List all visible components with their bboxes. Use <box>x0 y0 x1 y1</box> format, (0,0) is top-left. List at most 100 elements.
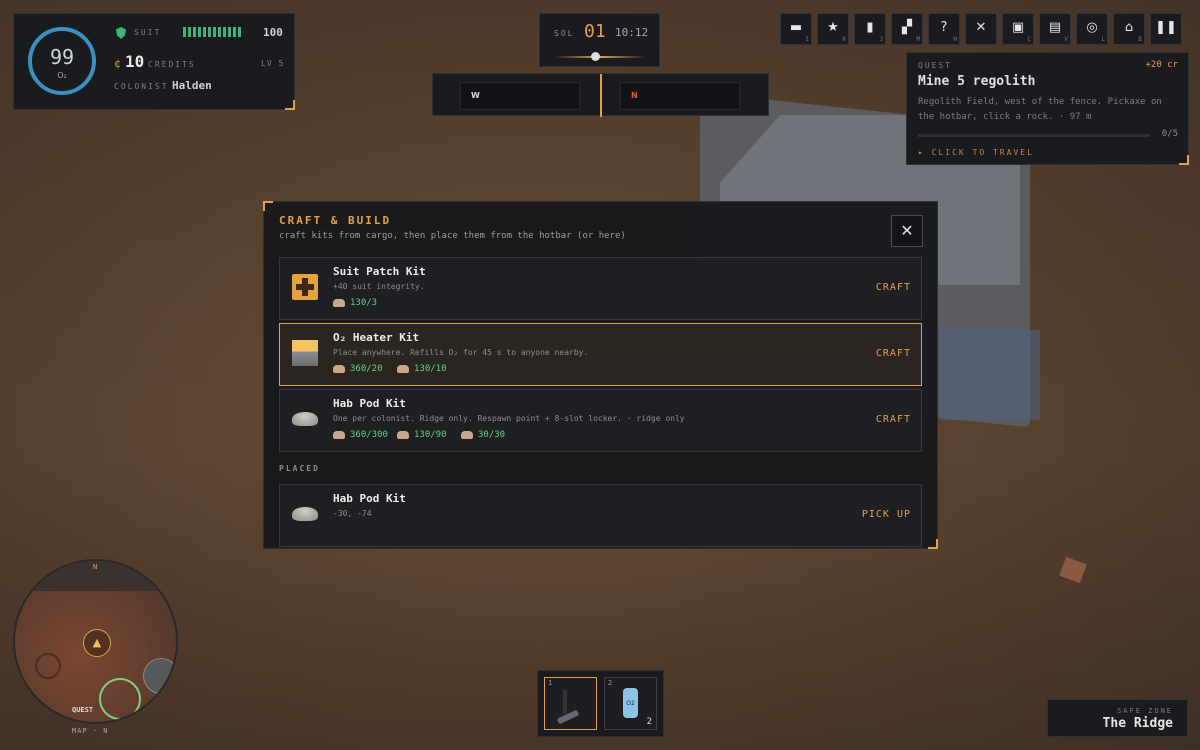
map-icon: ▞ <box>902 20 912 35</box>
hotkey-label: I <box>805 36 809 43</box>
recipe-description: +40 suit integrity. <box>333 282 425 291</box>
recipe-card[interactable]: O₂ Heater Kit Place anywhere. Refills O₂ … <box>279 323 922 386</box>
toolbar-button-briefcase[interactable]: ▬ I <box>780 13 812 45</box>
zone-name: The Ridge <box>1102 716 1173 731</box>
star-icon: ★ <box>827 20 839 35</box>
close-button[interactable]: ✕ <box>891 215 923 247</box>
craft-button[interactable]: CRAFT <box>876 282 911 293</box>
shield-icon <box>116 27 126 39</box>
compass: W N <box>432 73 769 117</box>
sol-time: 10:12 <box>615 26 649 39</box>
o2-value: 99 <box>49 45 75 69</box>
hotkey-label: K <box>842 36 846 43</box>
toolbar-button-settings[interactable]: ◎ L <box>1076 13 1108 45</box>
crater-marker <box>35 653 61 679</box>
toolbar-button-pause[interactable]: ❚❚ <box>1150 13 1182 45</box>
sol-clock: SOL 01 10:12 <box>539 13 660 67</box>
slot-number: 1 <box>548 679 553 687</box>
bottle-label: O2 <box>626 700 635 707</box>
o2-label: O₂ <box>57 71 67 80</box>
quest-reward: +20 cr <box>1145 60 1178 70</box>
recipe-name: Hab Pod Kit <box>333 492 406 505</box>
sun-icon <box>591 52 600 61</box>
zone-label: SAFE ZONE <box>1117 707 1173 715</box>
minimap-north: N <box>93 563 98 571</box>
hab-structure-base <box>940 330 1040 420</box>
help-icon: ? <box>940 20 948 35</box>
recipe-description: -30, -74 <box>333 509 372 518</box>
medkit-icon <box>292 274 318 300</box>
suit-integrity-bar <box>183 27 243 37</box>
colonist-label: COLONIST <box>114 82 169 91</box>
zone-indicator: SAFE ZONE The Ridge <box>1047 699 1188 737</box>
heater-icon <box>292 340 318 366</box>
toolbar-button-help[interactable]: ? H <box>928 13 960 45</box>
resource-icon <box>333 299 345 307</box>
toolbar-button-mute[interactable]: ✕ <box>965 13 997 45</box>
modal-subtitle: craft kits from cargo, then place them f… <box>279 231 626 241</box>
hotkey-label: M <box>916 36 920 43</box>
minimap[interactable]: N ▲ QUEST <box>13 559 178 724</box>
recipe-card[interactable]: Hab Pod Kit One per colonist. Ridge only.… <box>279 389 922 452</box>
sun-track <box>554 56 646 58</box>
storage-icon: ▤ <box>1048 20 1062 35</box>
toolbar-button-star[interactable]: ★ K <box>817 13 849 45</box>
status-panel: 99 O₂ SUIT 100 ¢ 10 CREDITS LV 5 COLONIS… <box>13 13 295 110</box>
hab-pod-icon <box>292 412 318 426</box>
player-arrow-icon: ▲ <box>83 629 111 657</box>
resource-icon <box>397 431 409 439</box>
panel-corner <box>1179 155 1189 165</box>
placed-section-label: PLACED <box>279 464 320 473</box>
recipe-card[interactable]: Suit Patch Kit +40 suit integrity. 130/3 CR… <box>279 257 922 320</box>
craft-button[interactable]: CRAFT <box>876 414 911 425</box>
compass-right: N <box>620 82 740 110</box>
recipe-name: O₂ Heater Kit <box>333 331 420 344</box>
pause-icon: ❚❚ <box>1155 20 1177 35</box>
level-label: LV 5 <box>261 59 285 68</box>
mute-icon: ✕ <box>975 20 987 35</box>
panel-corner <box>928 539 938 549</box>
quest-panel[interactable]: QUEST +20 cr Mine 5 regolith Regolith Fi… <box>906 52 1189 165</box>
craft-build-modal: CRAFT & BUILD craft kits from cargo, the… <box>263 201 938 549</box>
recipe-card[interactable]: Hab Pod Kit -30, -74 PICK UP <box>279 484 922 547</box>
resource-icon <box>333 431 345 439</box>
pickaxe-head <box>556 709 580 725</box>
compass-west-label: W <box>471 91 480 100</box>
pick-up-button[interactable]: PICK UP <box>862 509 911 520</box>
o2-gauge: 99 O₂ <box>28 27 96 95</box>
pickaxe-icon <box>563 690 567 714</box>
compass-needle <box>600 74 602 117</box>
toolbar-button-home[interactable]: ⌂ B <box>1113 13 1145 45</box>
suit-label: SUIT <box>134 28 162 37</box>
hotbar-slot-2[interactable]: 2 O2 2 <box>604 677 657 730</box>
settings-icon: ◎ <box>1086 20 1098 35</box>
slot-count: 2 <box>646 717 652 727</box>
sol-number: 01 <box>584 21 606 42</box>
resource-cost: 30/30 <box>478 430 506 440</box>
resource-cost: 130/10 <box>414 364 447 374</box>
craft-button[interactable]: CRAFT <box>876 348 911 359</box>
sol-label: SOL <box>554 29 575 38</box>
backpack-icon: ▣ <box>1011 20 1025 35</box>
toolbar-button-storage[interactable]: ▤ V <box>1039 13 1071 45</box>
recipe-description: Place anywhere. Refills O₂ for 45 s to a… <box>333 348 589 357</box>
compass-left: W <box>460 82 580 110</box>
slot-number: 2 <box>608 679 613 687</box>
resource-cost: 360/300 <box>350 430 388 440</box>
quest-description: Regolith Field, west of the fence. Picka… <box>918 97 1162 122</box>
resource-cost: 130/3 <box>350 298 378 308</box>
quest-title: Mine 5 regolith <box>918 74 1036 89</box>
resource-icon <box>397 365 409 373</box>
recipe-description: One per colonist. Ridge only. Respawn po… <box>333 414 685 423</box>
quest-travel-link[interactable]: ▸ CLICK TO TRAVEL <box>918 148 1034 157</box>
toolbar-button-journal[interactable]: ▮ J <box>854 13 886 45</box>
toolbar-button-backpack[interactable]: ▣ C <box>1002 13 1034 45</box>
home-icon: ⌂ <box>1124 20 1134 35</box>
credit-icon: ¢ <box>114 57 121 70</box>
hotkey-label: B <box>1138 36 1142 43</box>
briefcase-icon: ▬ <box>789 20 803 35</box>
credits-label: CREDITS <box>148 60 196 69</box>
hotbar-slot-1[interactable]: 1 <box>544 677 597 730</box>
toolbar-button-map[interactable]: ▞ M <box>891 13 923 45</box>
panel-corner <box>263 201 273 211</box>
